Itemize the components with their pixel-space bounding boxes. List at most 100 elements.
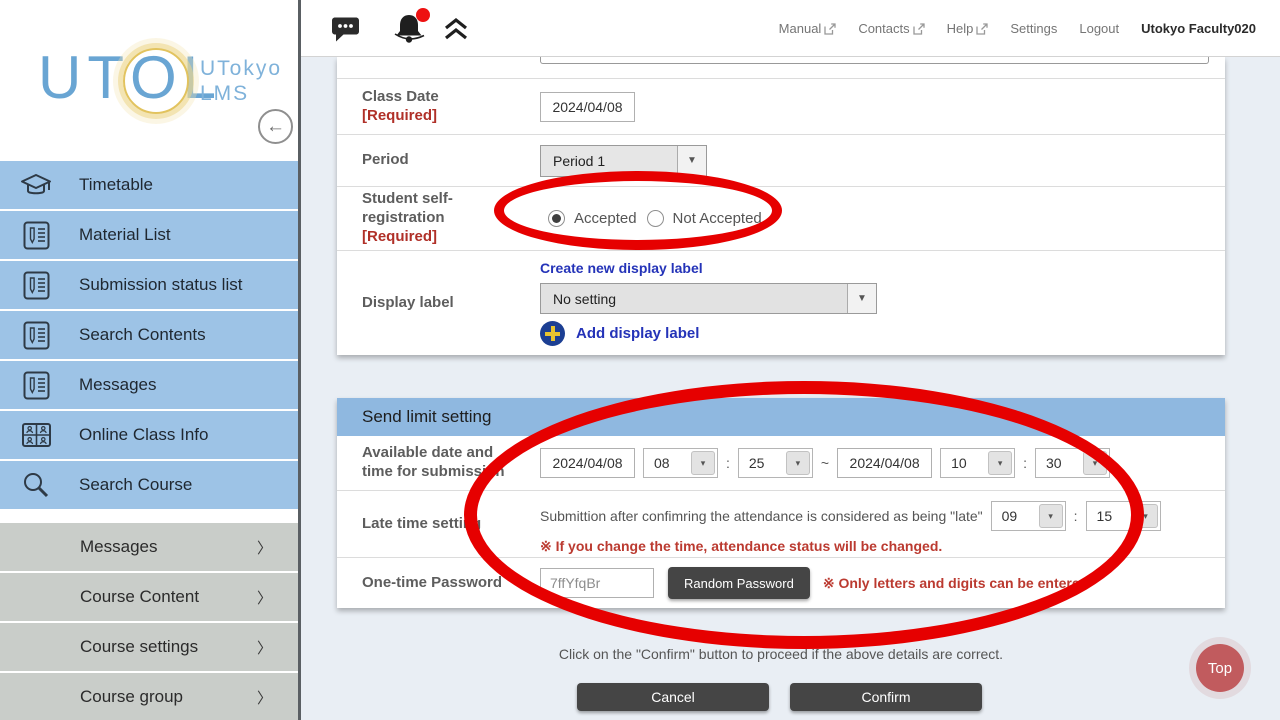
manual-link[interactable]: Manual: [779, 21, 837, 36]
colon-separator: :: [1023, 455, 1027, 471]
radio-accepted[interactable]: Accepted: [548, 210, 637, 227]
radio-unselected-icon: [647, 210, 664, 227]
sidebar-item-course-group[interactable]: Course group 〉: [0, 673, 298, 720]
scroll-to-top-button[interactable]: Top: [1196, 644, 1244, 692]
add-display-label[interactable]: Add display label: [540, 321, 877, 346]
sidebar-item-online-class-info[interactable]: Online Class Info: [0, 411, 298, 459]
search-icon: [18, 470, 54, 500]
sidebar-secondary-nav: Messages 〉 Course Content 〉 Course setti…: [0, 523, 298, 720]
arrow-left-icon: ←: [266, 116, 285, 138]
available-datetime-label: Available date and time for submission: [337, 444, 540, 482]
radio-not-accepted[interactable]: Not Accepted: [647, 210, 762, 227]
chevron-down-icon: ▾: [1134, 504, 1158, 528]
class-date-input[interactable]: [540, 92, 635, 122]
radio-selected-icon: [548, 210, 565, 227]
add-display-label-link[interactable]: Add display label: [576, 325, 699, 342]
sidebar-item-course-content[interactable]: Course Content 〉: [0, 573, 298, 621]
radio-accepted-label: Accepted: [574, 210, 637, 227]
sidebar-item-course-settings[interactable]: Course settings 〉: [0, 623, 298, 671]
logo-subtitle: UTokyo LMS: [200, 56, 282, 106]
manual-label: Manual: [779, 21, 822, 36]
class-date-label: Class Date [Required]: [337, 88, 540, 126]
sidebar-item-timetable[interactable]: Timetable: [0, 161, 298, 209]
random-password-button[interactable]: Random Password: [668, 567, 810, 599]
send-limit-card: Send limit setting Available date and ti…: [337, 398, 1225, 608]
chevron-down-icon: ▼: [677, 146, 706, 176]
chevron-right-icon: 〉: [257, 637, 272, 658]
top-header: Manual Contacts Help Settings Logout Uto…: [301, 0, 1280, 57]
sidebar-item-label: Submission status list: [79, 275, 242, 295]
late-minute-value: 15: [1087, 508, 1134, 524]
settings-link[interactable]: Settings: [1010, 21, 1057, 36]
start-date-input[interactable]: [540, 448, 635, 478]
late-time-label: Late time setting: [337, 515, 540, 534]
sidebar-item-label: Timetable: [79, 175, 153, 195]
end-hour-select[interactable]: 10 ▾: [940, 448, 1015, 478]
start-minute-value: 25: [739, 455, 786, 471]
sidebar-item-label: Online Class Info: [79, 425, 208, 445]
late-hour-select[interactable]: 09 ▾: [991, 501, 1066, 531]
late-time-content: Submittion after confimring the attendan…: [540, 501, 1161, 555]
period-label: Period: [337, 151, 540, 170]
start-hour-select[interactable]: 08 ▾: [643, 448, 718, 478]
late-hour-value: 09: [992, 508, 1039, 524]
sidebar-item-search-contents[interactable]: Search Contents: [0, 311, 298, 359]
colon-separator: :: [1074, 508, 1078, 524]
clipboard-icon: [18, 320, 54, 351]
external-link-icon: [913, 23, 925, 35]
sidebar: UTOL UTokyo LMS ← Timetable Material Lis…: [0, 0, 301, 720]
sidebar-item-material-list[interactable]: Material List: [0, 211, 298, 259]
sidebar-collapse-button[interactable]: ←: [258, 109, 293, 144]
confirm-button[interactable]: Confirm: [790, 683, 982, 711]
external-link-icon: [824, 23, 836, 35]
help-link[interactable]: Help: [947, 21, 989, 36]
clipboard-icon: [18, 270, 54, 301]
one-time-password-input[interactable]: [540, 568, 654, 598]
self-registration-label: Student self- registration [Required]: [337, 190, 540, 246]
display-label-select[interactable]: No setting ▼: [540, 283, 877, 314]
start-minute-select[interactable]: 25 ▾: [738, 448, 813, 478]
confirm-instruction: Click on the "Confirm" button to proceed…: [337, 646, 1225, 662]
late-time-row: Late time setting Submittion after confi…: [337, 490, 1225, 557]
cropped-input-top[interactable]: [540, 57, 1209, 64]
required-badge: [Required]: [362, 107, 540, 126]
sidebar-item-label: Messages: [80, 537, 157, 557]
end-date-input[interactable]: [837, 448, 932, 478]
chevron-down-icon: ▾: [1039, 504, 1063, 528]
contacts-link[interactable]: Contacts: [858, 21, 924, 36]
period-select-value: Period 1: [541, 146, 677, 176]
collapse-up-icon[interactable]: [442, 17, 470, 46]
sidebar-item-search-course[interactable]: Search Course: [0, 461, 298, 509]
required-badge: [Required]: [362, 228, 540, 247]
period-select[interactable]: Period 1 ▼: [540, 145, 707, 177]
chevron-down-icon: ▾: [988, 451, 1012, 475]
end-minute-value: 30: [1036, 455, 1083, 471]
sidebar-item-label: Search Contents: [79, 325, 206, 345]
display-label-select-value: No setting: [541, 284, 847, 313]
sidebar-primary-nav: Timetable Material List Submission statu…: [0, 161, 298, 511]
chat-icon[interactable]: [331, 16, 360, 48]
chevron-right-icon: 〉: [257, 587, 272, 608]
chevron-right-icon: 〉: [257, 687, 272, 708]
available-datetime-controls: 08 ▾ : 25 ▾ ~ 10 ▾ : 30 ▾: [540, 448, 1110, 478]
sidebar-item-label: Course group: [80, 687, 183, 707]
late-minute-select[interactable]: 15 ▾: [1086, 501, 1161, 531]
logout-link[interactable]: Logout: [1079, 21, 1119, 36]
external-link-icon: [976, 23, 988, 35]
clipboard-icon: [18, 370, 54, 401]
display-label-label: Display label: [337, 294, 540, 313]
one-time-password-label: One-time Password: [337, 574, 540, 593]
end-hour-value: 10: [941, 455, 988, 471]
online-class-icon: [18, 422, 54, 448]
chevron-down-icon: ▾: [691, 451, 715, 475]
sidebar-item-messages-group[interactable]: Messages 〉: [0, 523, 298, 571]
display-label-content: Create new display label No setting ▼ Ad…: [540, 260, 877, 346]
sidebar-item-messages[interactable]: Messages: [0, 361, 298, 409]
send-limit-header: Send limit setting: [337, 398, 1225, 436]
cancel-button[interactable]: Cancel: [577, 683, 769, 711]
class-date-row: Class Date [Required]: [337, 78, 1225, 134]
late-time-description: Submittion after confimring the attendan…: [540, 508, 983, 524]
create-display-label-link[interactable]: Create new display label: [540, 260, 877, 276]
sidebar-item-submission-status-list[interactable]: Submission status list: [0, 261, 298, 309]
end-minute-select[interactable]: 30 ▾: [1035, 448, 1110, 478]
